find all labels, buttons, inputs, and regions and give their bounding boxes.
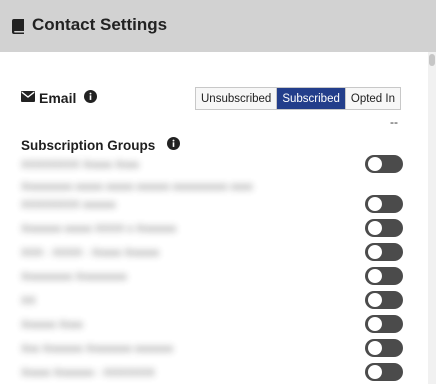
scrollbar-thumb[interactable] xyxy=(429,54,435,66)
subscription-group-label: Xxx Xxxxxxx Xxxxxxxx xxxxxxx xyxy=(21,343,174,355)
subscription-group-label: Xxxxx Xxxxxxx - XXXXXXX xyxy=(21,367,155,379)
subscribed-option[interactable]: Subscribed xyxy=(277,88,346,109)
subscription-group-toggle[interactable] xyxy=(365,219,403,237)
info-icon[interactable] xyxy=(167,137,180,150)
subscription-group-toggle[interactable] xyxy=(365,291,403,309)
toggle-knob xyxy=(368,245,382,259)
subscription-group-label: Xxxxxxxxx Xxxxxxxxx xyxy=(21,271,127,283)
info-icon[interactable] xyxy=(84,90,97,103)
subscription-group-toggle[interactable] xyxy=(365,339,403,357)
toggle-knob xyxy=(368,341,382,355)
unsubscribed-option[interactable]: Unsubscribed xyxy=(196,88,278,109)
scrollbar-track[interactable] xyxy=(428,52,436,384)
subscription-group-label: XX xyxy=(21,295,36,307)
panel-header: Contact Settings xyxy=(0,0,436,52)
subscription-group-label: Xxxxxx Xxxx xyxy=(21,319,83,331)
subscription-groups-heading: Subscription Groups xyxy=(21,138,156,153)
subscription-group-label: XXXXXXXX Xxxxx Xxxx xyxy=(21,159,139,171)
toggle-knob xyxy=(368,269,382,283)
email-status-selector[interactable]: Unsubscribed Subscribed Opted In xyxy=(195,87,401,110)
toggle-knob xyxy=(368,221,382,235)
subscription-group-toggle[interactable] xyxy=(365,363,403,381)
subscription-group-toggle[interactable] xyxy=(365,267,403,285)
envelope-icon xyxy=(21,91,35,102)
subscription-group-label: Xxxxxxxxx xxxxx xxxxx xxxxxx xxxxxxxxxx … xyxy=(21,181,253,193)
toggle-knob xyxy=(368,197,382,211)
email-empty-value: -- xyxy=(390,115,398,129)
subscription-group-toggle[interactable] xyxy=(365,155,403,173)
page-title: Contact Settings xyxy=(32,15,168,34)
toggle-knob xyxy=(368,317,382,331)
email-label: Email xyxy=(39,90,77,106)
opted-in-option[interactable]: Opted In xyxy=(345,88,400,109)
subscription-group-toggle[interactable] xyxy=(365,195,403,213)
toggle-knob xyxy=(368,365,382,379)
subscription-group-toggle[interactable] xyxy=(365,243,403,261)
toggle-knob xyxy=(368,157,382,171)
subscription-group-label: XXX - XXXX - Xxxxx Xxxxxx xyxy=(21,247,160,259)
subscription-group-toggle[interactable] xyxy=(365,315,403,333)
subscription-group-label: Xxxxxxx xxxxx XXXX x Xxxxxxx xyxy=(21,223,177,235)
subscription-group-label-continued: XXXXXXXX xxxxxx xyxy=(21,199,116,211)
book-icon xyxy=(12,19,24,34)
toggle-knob xyxy=(368,293,382,307)
